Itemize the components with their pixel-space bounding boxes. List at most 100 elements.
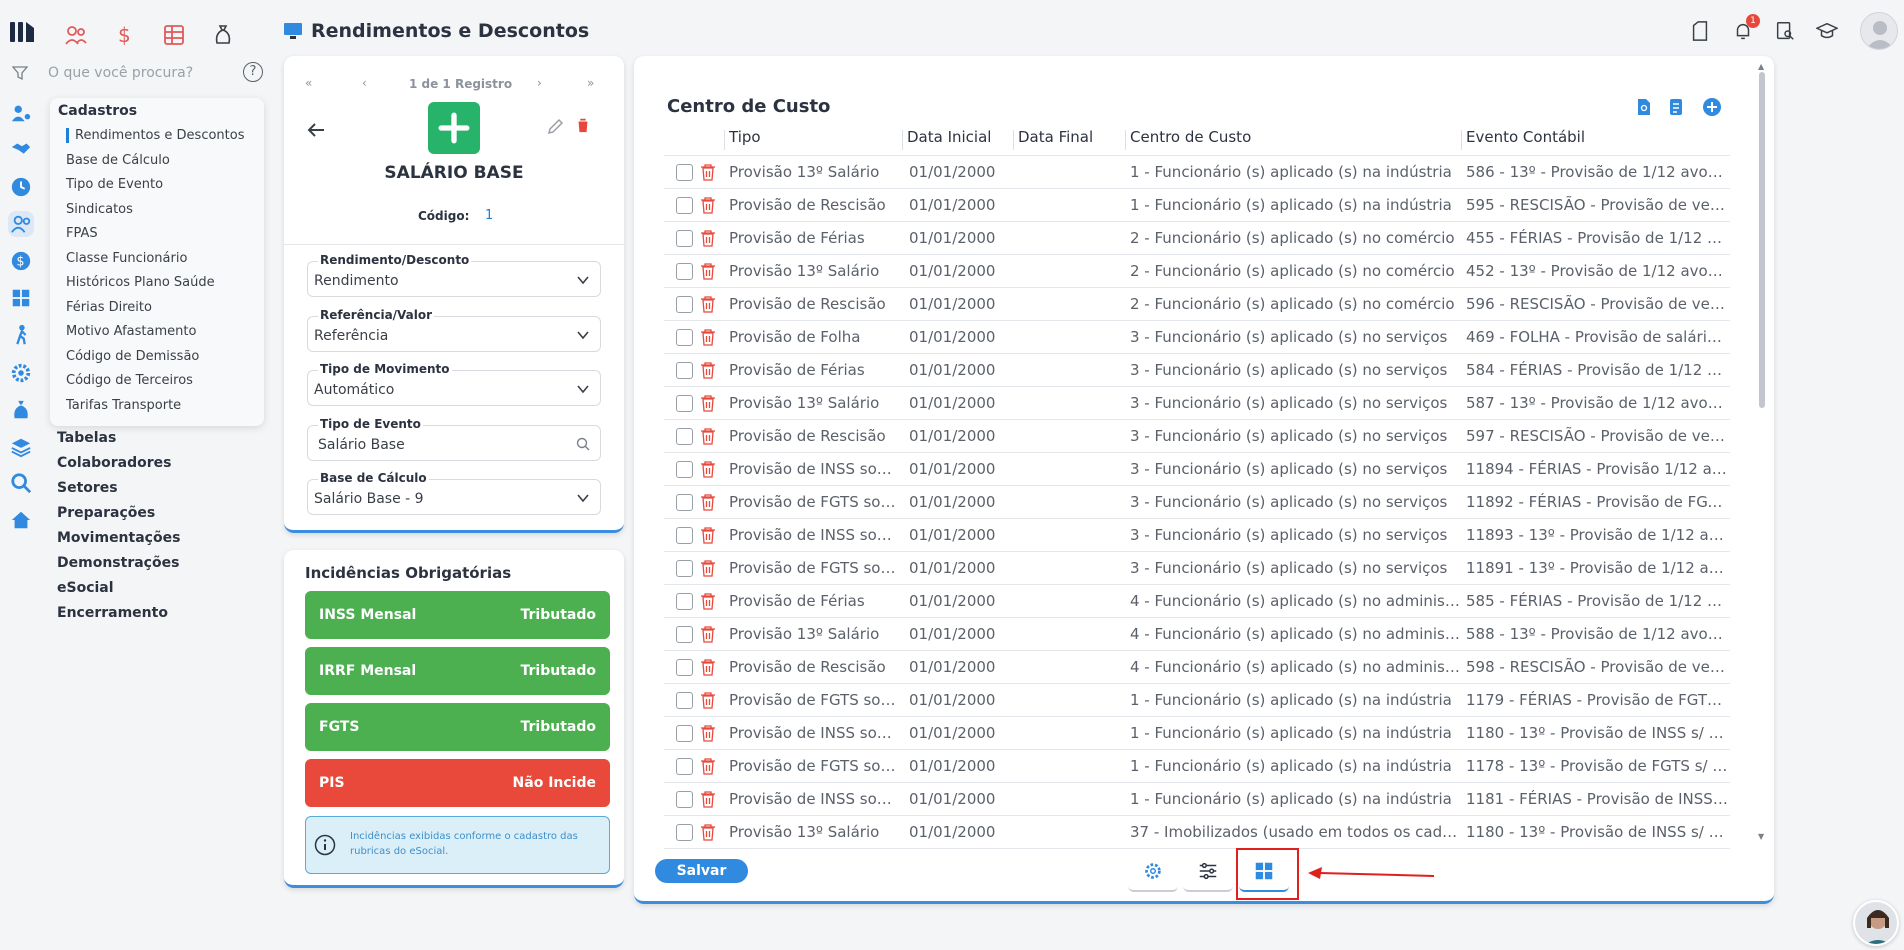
- scroll-down-arrow[interactable]: ▼: [1758, 832, 1764, 841]
- menu-item-classe-funcionario[interactable]: Classe Funcionário: [66, 251, 187, 266]
- column-header-evento-contabil[interactable]: Evento Contábil: [1466, 128, 1585, 146]
- column-header-centro-custo[interactable]: Centro de Custo: [1130, 128, 1251, 146]
- first-page-button[interactable]: «: [305, 76, 312, 90]
- menu-section-movimentacoes[interactable]: Movimentações: [57, 530, 180, 546]
- row-trash-icon[interactable]: [700, 394, 716, 412]
- row-trash-icon[interactable]: [700, 592, 716, 610]
- row-trash-icon[interactable]: [700, 460, 716, 478]
- row-checkbox[interactable]: [676, 263, 693, 280]
- search-input[interactable]: O que você procura?: [48, 65, 193, 81]
- row-trash-icon[interactable]: [700, 526, 716, 544]
- table-row[interactable]: Provisão de Férias 01/01/2000 2 - Funcioná…: [664, 222, 1730, 255]
- row-checkbox[interactable]: [676, 296, 693, 313]
- prev-page-button[interactable]: ‹: [362, 76, 367, 90]
- row-trash-icon[interactable]: [700, 757, 716, 775]
- row-checkbox[interactable]: [676, 329, 693, 346]
- row-trash-icon[interactable]: [700, 691, 716, 709]
- row-trash-icon[interactable]: [700, 658, 716, 676]
- table-row[interactable]: Provisão de INSS sobre... 01/01/2000 3 - F…: [664, 453, 1730, 486]
- people-icon[interactable]: [62, 22, 90, 48]
- menu-item-tipo-evento[interactable]: Tipo de Evento: [66, 177, 163, 192]
- settings-gear-icon[interactable]: [8, 360, 34, 386]
- row-trash-icon[interactable]: [700, 196, 716, 214]
- settings-tab-button[interactable]: [1128, 852, 1178, 892]
- document-icon[interactable]: [1687, 18, 1713, 44]
- row-trash-icon[interactable]: [700, 823, 716, 841]
- save-button[interactable]: Salvar: [655, 859, 748, 883]
- back-arrow-icon[interactable]: [306, 120, 326, 144]
- row-trash-icon[interactable]: [700, 724, 716, 742]
- table-row[interactable]: Provisão 13º Salário 01/01/2000 2 - Funcio…: [664, 255, 1730, 288]
- table-row[interactable]: Provisão de INSS sobre... 01/01/2000 3 - F…: [664, 519, 1730, 552]
- table-row[interactable]: Provisão de Rescisão 01/01/2000 3 - Funcio…: [664, 420, 1730, 453]
- tipo-movimento-select[interactable]: Tipo de Movimento Automático: [307, 362, 601, 406]
- table-row[interactable]: Provisão de FGTS sobr... 01/01/2000 3 - Fu…: [664, 552, 1730, 585]
- export-icon[interactable]: [1668, 98, 1684, 120]
- user-admin-icon[interactable]: [8, 100, 34, 126]
- table-row[interactable]: Provisão de Rescisão 01/01/2000 1 - Funcio…: [664, 189, 1730, 222]
- row-trash-icon[interactable]: [700, 328, 716, 346]
- menu-item-base-calculo[interactable]: Base de Cálculo: [66, 153, 170, 168]
- menu-item-fpas[interactable]: FPAS: [66, 226, 98, 241]
- app-logo[interactable]: [8, 18, 36, 46]
- base-calculo-select[interactable]: Base de Cálculo Salário Base - 9: [307, 471, 601, 515]
- next-page-button[interactable]: ›: [537, 76, 542, 90]
- row-trash-icon[interactable]: [700, 559, 716, 577]
- menu-item-rendimentos[interactable]: Rendimentos e Descontos: [66, 128, 244, 143]
- row-checkbox[interactable]: [676, 164, 693, 181]
- money-bag-blue-icon[interactable]: [8, 397, 34, 423]
- column-header-data-final[interactable]: Data Final: [1018, 128, 1093, 146]
- graduation-cap-icon[interactable]: [1814, 18, 1840, 44]
- menu-item-motivo-afastamento[interactable]: Motivo Afastamento: [66, 324, 196, 339]
- table-row[interactable]: Provisão de Rescisão 01/01/2000 4 - Funcio…: [664, 651, 1730, 684]
- menu-section-encerramento[interactable]: Encerramento: [57, 605, 168, 621]
- menu-section-colaboradores[interactable]: Colaboradores: [57, 455, 172, 471]
- row-checkbox[interactable]: [676, 692, 693, 709]
- row-checkbox[interactable]: [676, 824, 693, 841]
- row-checkbox[interactable]: [676, 527, 693, 544]
- table-row[interactable]: Provisão de FGTS sobr... 01/01/2000 1 - Fu…: [664, 750, 1730, 783]
- grid-icon[interactable]: [160, 22, 188, 48]
- row-checkbox[interactable]: [676, 428, 693, 445]
- column-header-data-inicial[interactable]: Data Inicial: [907, 128, 991, 146]
- dollar-icon[interactable]: $: [110, 22, 138, 48]
- menu-item-codigo-terceiros[interactable]: Código de Terceiros: [66, 373, 193, 388]
- tipo-evento-input[interactable]: Tipo de Evento Salário Base: [307, 417, 601, 461]
- table-row[interactable]: Provisão 13º Salário 01/01/2000 1 - Funcio…: [664, 156, 1730, 189]
- scroll-up-arrow[interactable]: ▲: [1758, 62, 1764, 71]
- filters-tab-button[interactable]: [1183, 852, 1233, 892]
- row-checkbox[interactable]: [676, 461, 693, 478]
- rendimento-desconto-select[interactable]: Rendimento/Desconto Rendimento: [307, 253, 601, 297]
- row-trash-icon[interactable]: [700, 790, 716, 808]
- walking-person-icon[interactable]: [8, 322, 34, 348]
- row-checkbox[interactable]: [676, 593, 693, 610]
- help-icon[interactable]: ?: [243, 62, 263, 82]
- menu-section-esocial[interactable]: eSocial: [57, 580, 114, 596]
- table-row[interactable]: Provisão de Rescisão 01/01/2000 2 - Funcio…: [664, 288, 1730, 321]
- user-avatar[interactable]: [1860, 12, 1898, 50]
- search-icon[interactable]: [576, 437, 590, 451]
- row-checkbox[interactable]: [676, 758, 693, 775]
- row-trash-icon[interactable]: [700, 427, 716, 445]
- notification-bell[interactable]: 1: [1730, 14, 1760, 44]
- row-checkbox[interactable]: [676, 362, 693, 379]
- row-checkbox[interactable]: [676, 395, 693, 412]
- table-row[interactable]: Provisão 13º Salário 01/01/2000 3 - Funcio…: [664, 387, 1730, 420]
- layers-icon[interactable]: [8, 434, 34, 460]
- row-checkbox[interactable]: [676, 626, 693, 643]
- edit-pencil-icon[interactable]: [546, 118, 564, 140]
- delete-trash-icon[interactable]: [575, 116, 591, 138]
- menu-section-demonstracoes[interactable]: Demonstrações: [57, 555, 179, 571]
- table-row[interactable]: Provisão de FGTS sobr... 01/01/2000 3 - Fu…: [664, 486, 1730, 519]
- handshake-icon[interactable]: [8, 136, 34, 162]
- doc-search-icon[interactable]: [1636, 98, 1652, 120]
- menu-item-historicos-plano[interactable]: Históricos Plano Saúde: [66, 275, 215, 290]
- column-header-tipo[interactable]: Tipo: [729, 128, 761, 146]
- add-icon[interactable]: [1702, 97, 1722, 121]
- menu-section-tabelas[interactable]: Tabelas: [57, 430, 116, 446]
- row-checkbox[interactable]: [676, 197, 693, 214]
- calculator-icon[interactable]: [8, 285, 34, 311]
- row-checkbox[interactable]: [676, 659, 693, 676]
- last-page-button[interactable]: »: [587, 76, 594, 90]
- row-trash-icon[interactable]: [700, 229, 716, 247]
